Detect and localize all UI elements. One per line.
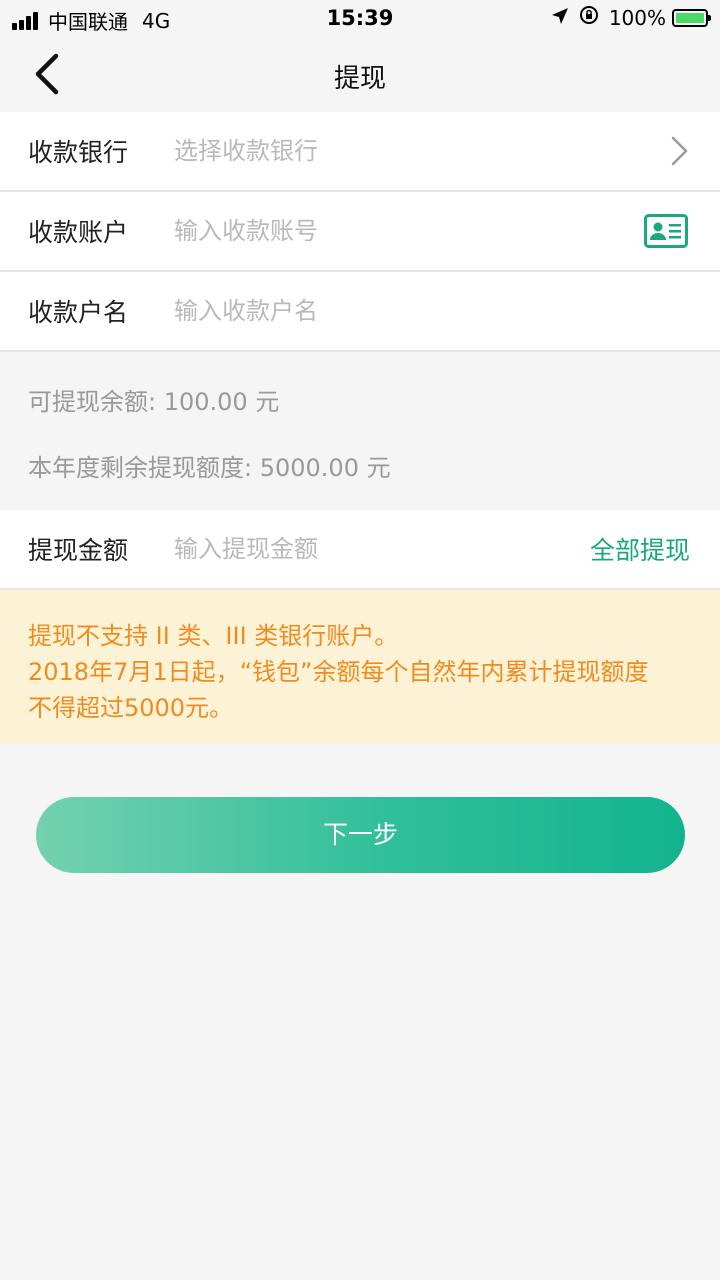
account-name-input[interactable] <box>174 297 614 325</box>
status-bar: 中国联通 4G 15:39 100% <box>0 0 720 38</box>
withdraw-all-link[interactable]: 全部提现 <box>590 531 690 567</box>
recipient-form: 收款银行 收款账户 收款户名 <box>0 112 720 352</box>
available-balance-text: 可提现余额: 100.00 元 <box>28 388 280 416</box>
amount-row: 提现金额 全部提现 <box>0 510 720 590</box>
withdraw-notice: 提现不支持 II 类、III 类银行账户。 2018年7月1日起，“钱包”余额每… <box>0 590 720 744</box>
notice-line-1: 提现不支持 II 类、III 类银行账户。 <box>28 622 399 650</box>
amount-form: 提现金额 全部提现 <box>0 510 720 590</box>
location-arrow-icon <box>551 6 569 30</box>
next-step-button[interactable]: 下一步 <box>36 797 685 873</box>
rotation-lock-icon <box>579 5 599 30</box>
battery-percent: 100% <box>608 5 666 30</box>
notice-line-3: 不得超过5000元。 <box>28 694 234 722</box>
chevron-right-icon <box>670 136 690 170</box>
notice-line-2: 2018年7月1日起，“钱包”余额每个自然年内累计提现额度 <box>28 658 649 686</box>
account-row: 收款账户 <box>0 192 720 272</box>
yearly-limit-text: 本年度剩余提现额度: 5000.00 元 <box>28 454 391 482</box>
account-label: 收款账户 <box>28 218 129 247</box>
bank-select-row[interactable]: 收款银行 <box>0 112 720 192</box>
account-number-input[interactable] <box>174 217 614 245</box>
account-name-label: 收款户名 <box>28 298 129 327</box>
amount-input[interactable] <box>174 535 554 563</box>
account-name-row: 收款户名 <box>0 272 720 352</box>
battery-charging-icon <box>672 8 711 27</box>
navigation-bar: 提现 <box>0 38 720 112</box>
amount-label: 提现金额 <box>28 536 129 565</box>
bank-select-input[interactable] <box>174 137 614 165</box>
id-card-scan-icon[interactable] <box>644 214 688 252</box>
page-title: 提现 <box>333 64 386 94</box>
status-right: 100% <box>551 5 711 30</box>
bank-label: 收款银行 <box>28 138 129 167</box>
